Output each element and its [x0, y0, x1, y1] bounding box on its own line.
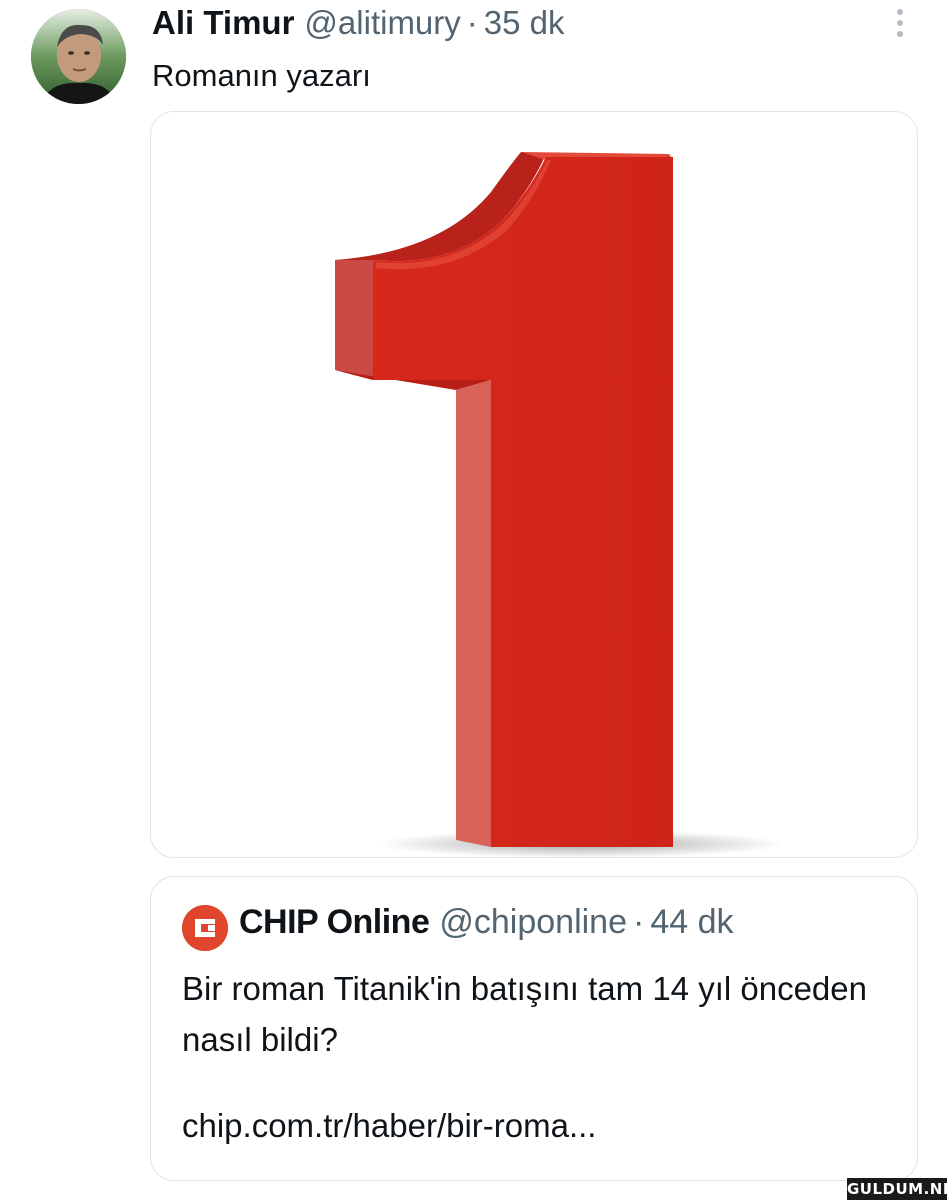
- chip-logo-icon: [182, 905, 228, 951]
- quote-separator-dot: ·: [633, 903, 645, 941]
- vertical-dots-icon: [897, 9, 903, 37]
- more-options-button[interactable]: [885, 4, 915, 44]
- separator-dot: ·: [466, 4, 478, 41]
- author-avatar[interactable]: [31, 9, 126, 104]
- quote-timestamp[interactable]: 44 dk: [650, 903, 733, 942]
- tweet-text: Romanın yazarı: [152, 58, 371, 93]
- quote-author-name[interactable]: CHIP Online: [239, 903, 430, 942]
- quote-header: CHIP Online @chiponline · 44 dk: [239, 903, 734, 942]
- quote-text: Bir roman Titanik'in batışını tam 14 yıl…: [182, 970, 867, 1058]
- quote-author-handle[interactable]: @chiponline: [439, 903, 627, 942]
- author-name[interactable]: Ali Timur: [152, 4, 294, 42]
- tweet-media[interactable]: [150, 111, 918, 858]
- quote-avatar[interactable]: [182, 905, 228, 951]
- number-one-3d-image: [335, 152, 786, 857]
- author-handle[interactable]: @alitimury: [304, 4, 460, 42]
- quoted-tweet[interactable]: CHIP Online @chiponline · 44 dk Bir roma…: [150, 876, 918, 1181]
- site-watermark: GULDUM.NET: [847, 1178, 947, 1200]
- tweet-header: Ali Timur @alitimury · 35 dk: [152, 4, 565, 48]
- quote-link[interactable]: chip.com.tr/haber/bir-roma...: [182, 1107, 596, 1145]
- tweet-timestamp[interactable]: 35 dk: [484, 4, 565, 42]
- avatar-photo: [31, 9, 126, 104]
